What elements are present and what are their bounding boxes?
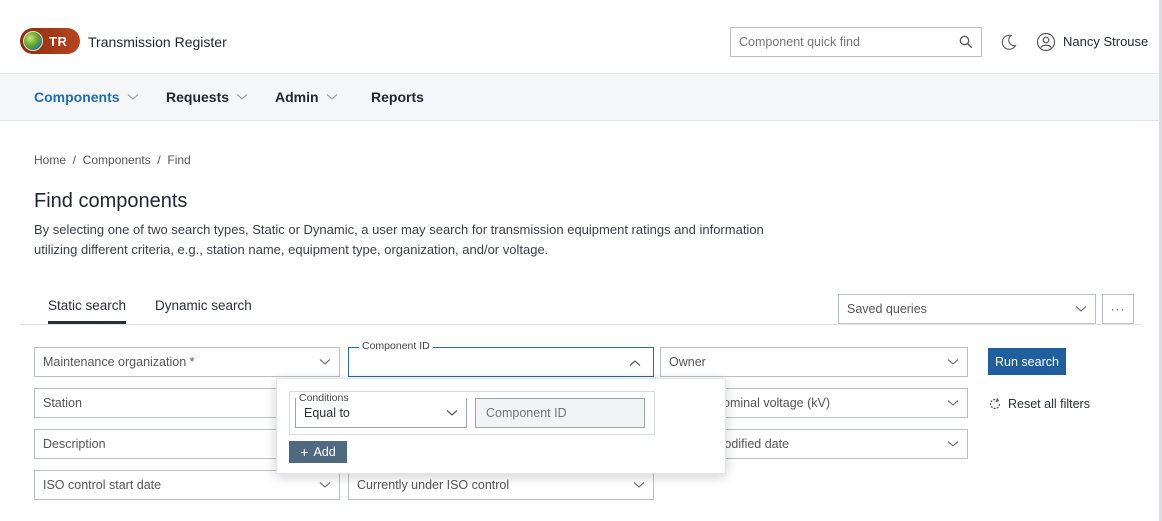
chevron-down-icon — [319, 359, 331, 365]
reset-filters-label: Reset all filters — [1008, 397, 1090, 411]
more-options-button[interactable]: ··· — [1102, 294, 1134, 324]
chevron-down-icon — [947, 441, 959, 447]
dark-mode-toggle-icon[interactable] — [1000, 33, 1018, 51]
maintenance-organization-label: Maintenance organization * — [43, 355, 195, 369]
user-name[interactable]: Nancy Strouse — [1063, 34, 1148, 49]
logo-text: TR — [49, 33, 68, 49]
breadcrumb[interactable]: Home / Components / Find — [34, 153, 191, 167]
saved-queries-label: Saved queries — [847, 302, 927, 316]
quick-find — [730, 27, 982, 57]
reset-icon — [989, 398, 1001, 410]
tabs-divider — [20, 324, 1142, 325]
currently-under-iso-control-label: Currently under ISO control — [357, 478, 510, 492]
modified-date-label: Modified date — [714, 437, 790, 451]
component-id-label: Component ID — [359, 340, 433, 352]
component-id-select[interactable]: Component ID — [348, 340, 654, 377]
nav-admin-label: Admin — [275, 89, 319, 105]
chevron-up-icon — [629, 360, 641, 366]
chevron-down-icon — [236, 94, 248, 100]
page-title: Find components — [34, 190, 188, 212]
nav-components[interactable]: Components — [34, 89, 139, 105]
chevron-down-icon — [326, 94, 337, 100]
page-description: By selecting one of two search types, St… — [34, 222, 764, 257]
main-nav: Components Requests Admin Reports — [0, 75, 1162, 121]
plus-icon: + — [300, 444, 309, 460]
component-id-popover: Conditions Equal to + Add — [276, 378, 726, 474]
chevron-down-icon — [127, 94, 138, 100]
top-bar: TR Transmission Register Nancy Strouse — [0, 0, 1162, 74]
app-logo[interactable]: TR — [20, 28, 80, 54]
owner-label: Owner — [669, 355, 706, 369]
nav-reports-label: Reports — [371, 89, 424, 105]
iso-control-start-date-select[interactable]: ISO control start date — [34, 470, 340, 500]
search-icon[interactable] — [951, 28, 981, 56]
iso-control-start-date-label: ISO control start date — [43, 478, 162, 492]
nominal-voltage-label: Nominal voltage (kV) — [714, 396, 831, 410]
nav-reports[interactable]: Reports — [371, 89, 424, 105]
maintenance-organization-select[interactable]: Maintenance organization * — [34, 347, 340, 377]
globe-icon — [23, 31, 43, 51]
nav-components-label: Components — [34, 89, 120, 105]
chevron-down-icon — [633, 482, 645, 488]
chevron-down-icon — [947, 400, 959, 406]
owner-select[interactable]: Owner — [660, 347, 968, 377]
chevron-down-icon — [1075, 306, 1087, 312]
condition-operator-label: Equal to — [304, 405, 350, 420]
chevron-down-icon — [446, 409, 458, 416]
add-condition-label: Add — [313, 445, 336, 459]
chevron-down-icon — [947, 359, 959, 365]
component-id-input[interactable] — [475, 398, 645, 428]
currently-under-iso-control-select[interactable]: Currently under ISO control — [348, 470, 654, 500]
nav-admin[interactable]: Admin — [275, 89, 338, 105]
chevron-down-icon — [319, 482, 331, 488]
user-icon[interactable] — [1036, 32, 1056, 52]
quick-find-input[interactable] — [731, 28, 951, 56]
tab-dynamic-search[interactable]: Dynamic search — [155, 298, 252, 313]
add-condition-button[interactable]: + Add — [289, 441, 347, 463]
condition-operator-select[interactable]: Equal to — [295, 398, 467, 428]
saved-queries-select[interactable]: Saved queries — [838, 294, 1096, 324]
app-title: Transmission Register — [88, 34, 227, 50]
tab-static-search[interactable]: Static search — [48, 298, 127, 324]
nav-requests-label: Requests — [166, 89, 230, 105]
nav-requests[interactable]: Requests — [166, 89, 248, 105]
run-search-button[interactable]: Run search — [988, 348, 1066, 375]
reset-filters-link[interactable]: Reset all filters — [988, 397, 1090, 411]
